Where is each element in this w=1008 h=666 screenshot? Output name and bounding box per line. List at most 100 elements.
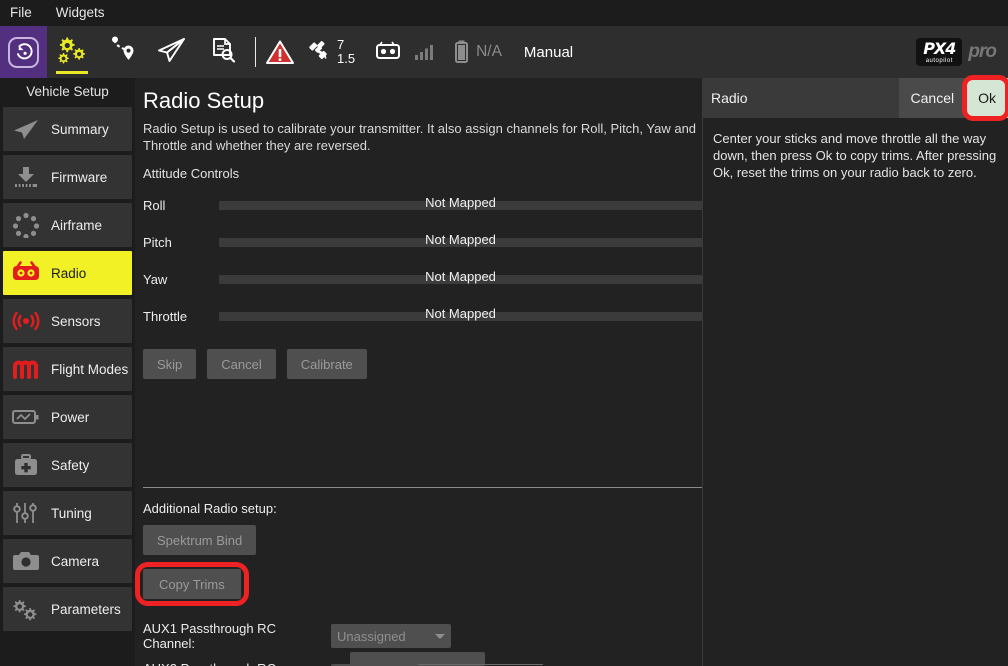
dialog-ok-button[interactable]: Ok bbox=[966, 78, 1008, 118]
channel-bar-roll: Not Mapped bbox=[219, 201, 702, 210]
satellite-icon bbox=[306, 38, 334, 66]
tuning-sliders-icon bbox=[9, 498, 43, 528]
radio-dialog-title: Radio bbox=[711, 90, 899, 106]
analyze-document-icon bbox=[207, 35, 237, 70]
aux1-channel-value: Unassigned bbox=[337, 629, 435, 644]
channel-name-yaw: Yaw bbox=[141, 272, 219, 287]
sidebar-item-airframe[interactable]: Airframe bbox=[3, 203, 132, 247]
calibrate-button[interactable]: Calibrate bbox=[287, 349, 367, 379]
channel-name-throttle: Throttle bbox=[141, 309, 219, 324]
flight-mode-label[interactable]: Manual bbox=[524, 44, 573, 61]
toolbar-fly-button[interactable] bbox=[147, 26, 197, 78]
sidebar-label-tuning: Tuning bbox=[51, 506, 92, 521]
camera-icon bbox=[9, 546, 43, 576]
airframe-rotors-icon bbox=[9, 210, 43, 240]
flight-modes-icon bbox=[9, 354, 43, 384]
toolbar-gps-indicator[interactable]: 7 1.5 bbox=[306, 26, 355, 78]
gps-hdop-value: 1.5 bbox=[337, 52, 355, 66]
copy-trims-annotated: Copy Trims bbox=[143, 569, 241, 599]
sidebar-item-flight-modes[interactable]: Flight Modes bbox=[3, 347, 132, 391]
px4-brand-logo: PX4 autopilot pro bbox=[916, 38, 996, 66]
sensors-waves-icon bbox=[9, 306, 43, 336]
channel-bar-yaw: Not Mapped bbox=[219, 275, 702, 284]
sidebar-item-radio[interactable]: Radio bbox=[3, 251, 132, 295]
channel-name-roll: Roll bbox=[141, 198, 219, 213]
sidebar-label-airframe: Airframe bbox=[51, 218, 102, 233]
signal-bars-icon bbox=[413, 42, 435, 62]
battery-value: N/A bbox=[476, 43, 502, 61]
channel-name-pitch: Pitch bbox=[141, 235, 219, 250]
paper-plane-icon bbox=[9, 114, 43, 144]
battery-icon bbox=[453, 39, 470, 65]
dialog-cancel-button[interactable]: Cancel bbox=[899, 78, 967, 118]
toolbar-telemetry-indicator[interactable] bbox=[413, 26, 435, 78]
toolbar-plan-button[interactable] bbox=[97, 26, 147, 78]
sidebar-item-power[interactable]: Power bbox=[3, 395, 132, 439]
chevron-down-icon bbox=[435, 634, 445, 639]
menu-item-widgets[interactable]: Widgets bbox=[44, 2, 117, 25]
radio-dialog: Radio Cancel Ok Center your sticks and m… bbox=[702, 78, 1008, 666]
spektrum-bind-button[interactable]: Spektrum Bind bbox=[143, 525, 256, 555]
sidebar-label-power: Power bbox=[51, 410, 89, 425]
sidebar-item-tuning[interactable]: Tuning bbox=[3, 491, 132, 535]
plan-waypoints-icon bbox=[107, 35, 137, 70]
sidebar-item-parameters[interactable]: Parameters bbox=[3, 587, 132, 631]
aux2-label: AUX2 Passthrough RC Channel: bbox=[143, 661, 323, 666]
channel-bar-throttle: Not Mapped bbox=[219, 312, 702, 321]
clipped-control-line bbox=[418, 664, 543, 665]
sidebar-item-sensors[interactable]: Sensors bbox=[3, 299, 132, 343]
radio-dialog-header: Radio Cancel Ok bbox=[703, 78, 1008, 118]
aux1-label: AUX1 Passthrough RC Channel: bbox=[143, 621, 323, 651]
toolbar-separator bbox=[255, 37, 256, 67]
dialog-ok-wrapper: Ok bbox=[966, 78, 1008, 118]
sidebar-label-firmware: Firmware bbox=[51, 170, 107, 185]
menu-item-file[interactable]: File bbox=[0, 2, 44, 25]
power-battery-icon bbox=[9, 402, 43, 432]
safety-kit-icon bbox=[9, 450, 43, 480]
channel-bar-pitch: Not Mapped bbox=[219, 238, 702, 247]
sidebar-item-firmware[interactable]: Firmware bbox=[3, 155, 132, 199]
skip-button[interactable]: Skip bbox=[143, 349, 196, 379]
rc-transmitter-icon bbox=[373, 41, 403, 63]
warning-triangle-icon bbox=[264, 37, 296, 67]
channel-state-yaw: Not Mapped bbox=[219, 269, 702, 284]
main-toolbar: 7 1.5 bbox=[0, 26, 1008, 78]
toolbar-vehicle-setup-button[interactable] bbox=[47, 26, 97, 78]
px4-badge-sub: autopilot bbox=[926, 58, 953, 64]
px4-pro-text: pro bbox=[968, 41, 996, 63]
sidebar-item-safety[interactable]: Safety bbox=[3, 443, 132, 487]
qgroundcontrol-logo-icon bbox=[8, 37, 39, 68]
toolbar-battery-indicator[interactable]: N/A bbox=[453, 26, 502, 78]
radio-dialog-message: Center your sticks and move throttle all… bbox=[703, 118, 1008, 181]
page-description: Radio Setup is used to calibrate your tr… bbox=[143, 120, 743, 154]
sidebar-label-summary: Summary bbox=[51, 122, 109, 137]
sidebar-label-safety: Safety bbox=[51, 458, 89, 473]
parameters-gears-icon bbox=[9, 594, 43, 624]
application-window: File Widgets bbox=[0, 0, 1008, 666]
vehicle-setup-gears-icon bbox=[56, 35, 88, 70]
copy-trims-button[interactable]: Copy Trims bbox=[143, 569, 241, 599]
firmware-download-icon bbox=[9, 162, 43, 192]
gps-satellite-count: 7 bbox=[337, 38, 355, 52]
section-divider bbox=[143, 487, 703, 488]
qgroundcontrol-logo-button[interactable] bbox=[0, 26, 47, 78]
sidebar-label-sensors: Sensors bbox=[51, 314, 101, 329]
sidebar-label-camera: Camera bbox=[51, 554, 99, 569]
sidebar-item-summary[interactable]: Summary bbox=[3, 107, 132, 151]
rc-transmitter-icon bbox=[9, 258, 43, 288]
menu-bar: File Widgets bbox=[0, 0, 1008, 26]
vehicle-setup-sidebar: Vehicle Setup Summary Firmware bbox=[0, 78, 135, 666]
px4-badge: PX4 autopilot bbox=[916, 38, 962, 66]
toolbar-analyze-button[interactable] bbox=[197, 26, 247, 78]
calibration-cancel-button[interactable]: Cancel bbox=[207, 349, 275, 379]
channel-state-pitch: Not Mapped bbox=[219, 232, 702, 247]
channel-state-throttle: Not Mapped bbox=[219, 306, 702, 321]
channel-state-roll: Not Mapped bbox=[219, 195, 702, 210]
aux1-channel-combobox[interactable]: Unassigned bbox=[331, 624, 451, 648]
gps-values: 7 1.5 bbox=[337, 38, 355, 66]
toolbar-rc-indicator[interactable] bbox=[373, 26, 403, 78]
toolbar-warning-indicator[interactable] bbox=[264, 26, 296, 78]
sidebar-label-radio: Radio bbox=[51, 266, 86, 281]
sidebar-title: Vehicle Setup bbox=[3, 78, 132, 107]
sidebar-item-camera[interactable]: Camera bbox=[3, 539, 132, 583]
